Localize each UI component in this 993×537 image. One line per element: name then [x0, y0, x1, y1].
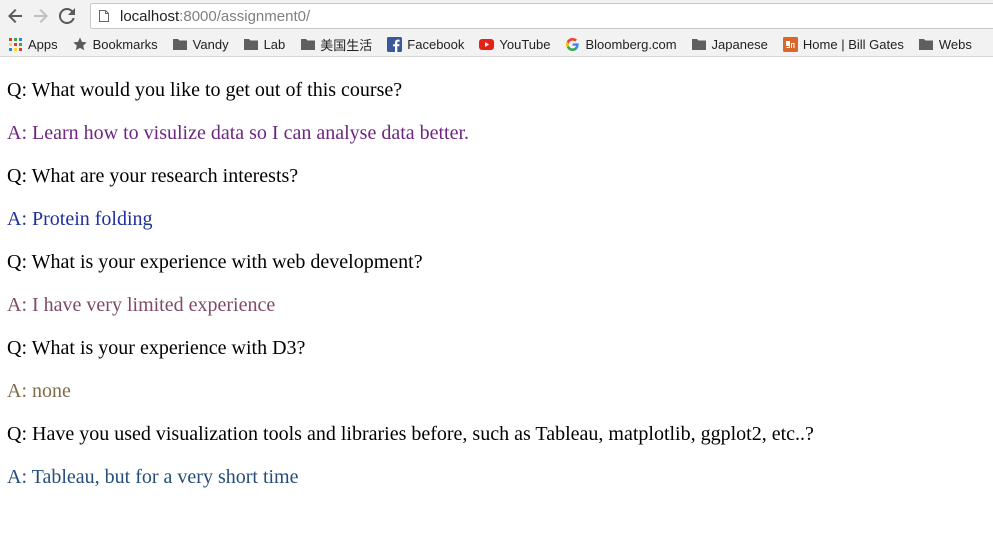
folder-icon — [692, 37, 707, 52]
bookmark-youtube[interactable]: YouTube — [471, 33, 557, 55]
browser-toolbar: localhost:8000/assignment0/ — [0, 0, 993, 32]
bookmark-label: Japanese — [711, 36, 768, 52]
bookmark-label: Bloomberg.com — [585, 36, 677, 52]
bookmark-bloomberg[interactable]: Bloomberg.com — [557, 33, 683, 55]
facebook-icon — [387, 36, 403, 52]
star-icon — [73, 37, 88, 52]
bookmark-label: Facebook — [407, 36, 465, 52]
bookmark-folder-lab[interactable]: Lab — [236, 33, 293, 55]
answer-3: A: I have very limited experience — [7, 294, 276, 316]
answer-5: A: Tableau, but for a very short time — [7, 466, 299, 488]
arrow-left-icon — [8, 9, 22, 23]
back-button[interactable] — [4, 5, 26, 27]
answer-1: A: Learn how to visulize data so I can a… — [7, 122, 470, 144]
url-host: localhost — [120, 7, 180, 25]
youtube-icon — [479, 37, 495, 52]
bookmark-facebook[interactable]: Facebook — [379, 33, 471, 55]
question-5: Q: Have you used visualization tools and… — [7, 423, 814, 445]
answer-4: A: none — [7, 380, 71, 402]
folder-icon — [244, 37, 259, 52]
bookmarks-bar: Apps Bookmarks Vandy Lab 美国生活 Facebook Y… — [0, 32, 993, 57]
bookmark-bookmarks[interactable]: Bookmarks — [65, 33, 165, 55]
page-content: Q: What would you like to get out of thi… — [0, 57, 993, 537]
arrow-right-icon — [34, 9, 48, 23]
apps-grid-icon — [8, 37, 23, 52]
bookmark-apps[interactable]: Apps — [0, 33, 65, 55]
page-icon — [99, 10, 109, 22]
bookmark-label: Webs — [938, 36, 972, 52]
answer-2: A: Protein folding — [7, 208, 153, 230]
bookmark-label: Apps — [28, 36, 58, 52]
folder-icon — [919, 37, 934, 52]
bookmark-label: YouTube — [499, 36, 551, 52]
gn-icon — [782, 36, 798, 52]
bookmark-bill-gates[interactable]: Home | Bill Gates — [775, 33, 911, 55]
google-icon — [565, 37, 580, 52]
bookmark-label: Home | Bill Gates — [802, 36, 904, 52]
folder-icon — [300, 37, 315, 52]
reload-button[interactable] — [56, 5, 78, 27]
bookmark-folder-us-life[interactable]: 美国生活 — [292, 33, 379, 55]
bookmark-label: Vandy — [192, 36, 229, 52]
question-3: Q: What is your experience with web deve… — [7, 251, 423, 273]
question-1: Q: What would you like to get out of thi… — [7, 79, 403, 101]
bookmark-folder-japanese[interactable]: Japanese — [684, 33, 775, 55]
address-bar[interactable]: localhost:8000/assignment0/ — [90, 3, 993, 29]
question-4: Q: What is your experience with D3? — [7, 337, 306, 359]
url-text: localhost:8000/assignment0/ — [120, 8, 310, 25]
folder-icon — [173, 37, 188, 52]
question-2: Q: What are your research interests? — [7, 165, 299, 187]
bookmark-label: Lab — [263, 36, 286, 52]
bookmark-label: Bookmarks — [92, 36, 158, 52]
bookmark-folder-webs[interactable]: Webs — [911, 33, 979, 55]
reload-icon — [59, 8, 75, 24]
bookmark-folder-vandy[interactable]: Vandy — [165, 33, 236, 55]
bookmark-label: 美国生活 — [320, 37, 373, 53]
url-path: :8000/assignment0/ — [179, 7, 311, 25]
forward-button[interactable] — [30, 5, 52, 27]
